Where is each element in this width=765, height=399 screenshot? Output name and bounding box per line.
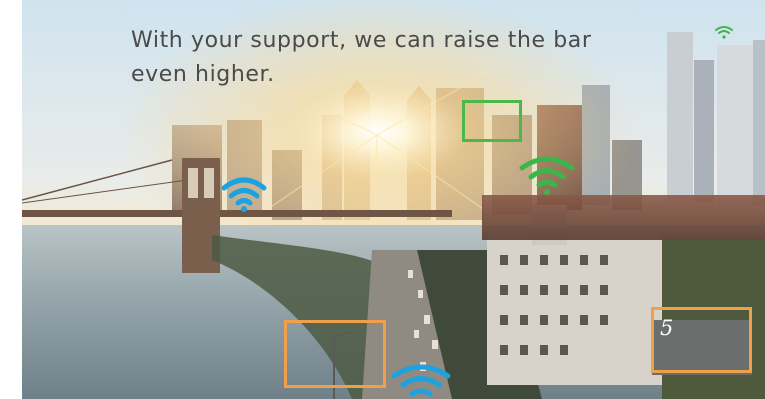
overlay-number-label: 5: [660, 316, 674, 340]
hero-banner: With your support, we can raise the bar …: [0, 0, 765, 399]
wifi-icon: [715, 26, 733, 39]
highlight-box-orange: [284, 320, 386, 388]
wifi-icon: [391, 364, 451, 397]
headline: With your support, we can raise the bar …: [131, 28, 592, 87]
wifi-icon: [519, 156, 575, 195]
highlight-box-green: [462, 100, 522, 142]
wifi-icon: [221, 177, 267, 212]
